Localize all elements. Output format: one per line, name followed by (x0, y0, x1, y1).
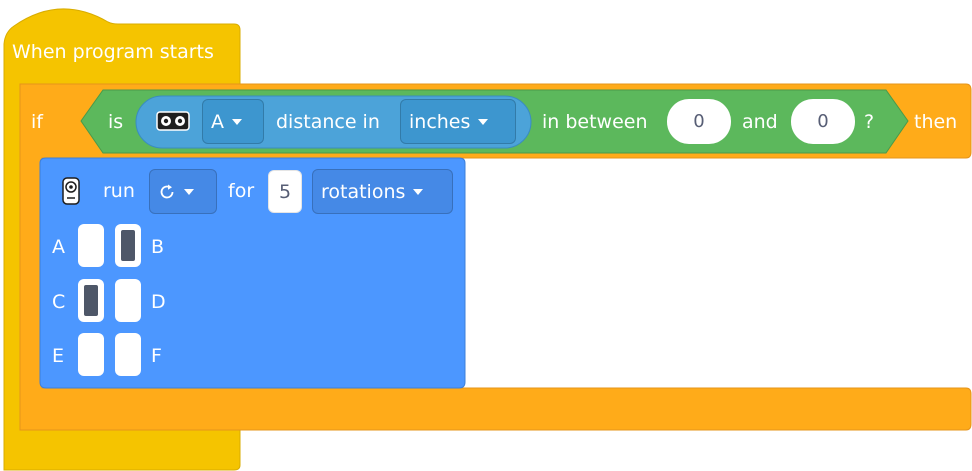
clockwise-arrow-icon (160, 184, 174, 198)
low-value-input[interactable]: 0 (667, 99, 731, 144)
unit-value: inches (409, 110, 471, 133)
hat-label: When program starts (12, 41, 214, 63)
port-c-toggle[interactable] (78, 279, 104, 322)
port-label-f: F (151, 345, 162, 367)
port-e-toggle[interactable] (78, 333, 104, 376)
for-label: for (228, 180, 255, 202)
motor-icon (62, 177, 80, 205)
direction-dropdown[interactable] (149, 169, 217, 214)
if-label: if (31, 111, 43, 133)
port-label-e: E (52, 345, 65, 367)
port-b-toggle[interactable] (115, 224, 141, 267)
sensor-port-dropdown[interactable]: A (202, 99, 264, 144)
port-a-toggle[interactable] (78, 224, 104, 267)
port-f-toggle[interactable] (115, 333, 141, 376)
and-label: and (742, 111, 778, 133)
port-label-d: D (151, 291, 166, 313)
port-label-a: A (52, 236, 65, 258)
chevron-down-icon (478, 118, 489, 125)
then-label: then (914, 111, 958, 133)
is-label: is (108, 111, 124, 133)
sensor-port-value: A (211, 110, 224, 133)
amount-input[interactable]: 5 (268, 170, 302, 213)
chevron-down-icon (184, 188, 194, 195)
amount-unit-value: rotations (321, 180, 406, 203)
question-mark: ? (864, 111, 875, 133)
run-label: run (103, 180, 135, 202)
unit-dropdown[interactable]: inches (400, 99, 516, 144)
measure-label: distance in (276, 111, 380, 133)
chevron-down-icon (232, 118, 242, 125)
between-label: in between (542, 111, 648, 133)
port-label-c: C (52, 291, 66, 313)
distance-sensor-icon (156, 111, 190, 131)
block-shapes (3, 8, 972, 471)
chevron-down-icon (413, 188, 424, 195)
port-d-toggle[interactable] (115, 279, 141, 322)
amount-unit-dropdown[interactable]: rotations (312, 169, 453, 214)
high-value-input[interactable]: 0 (791, 99, 855, 144)
port-label-b: B (151, 236, 165, 258)
